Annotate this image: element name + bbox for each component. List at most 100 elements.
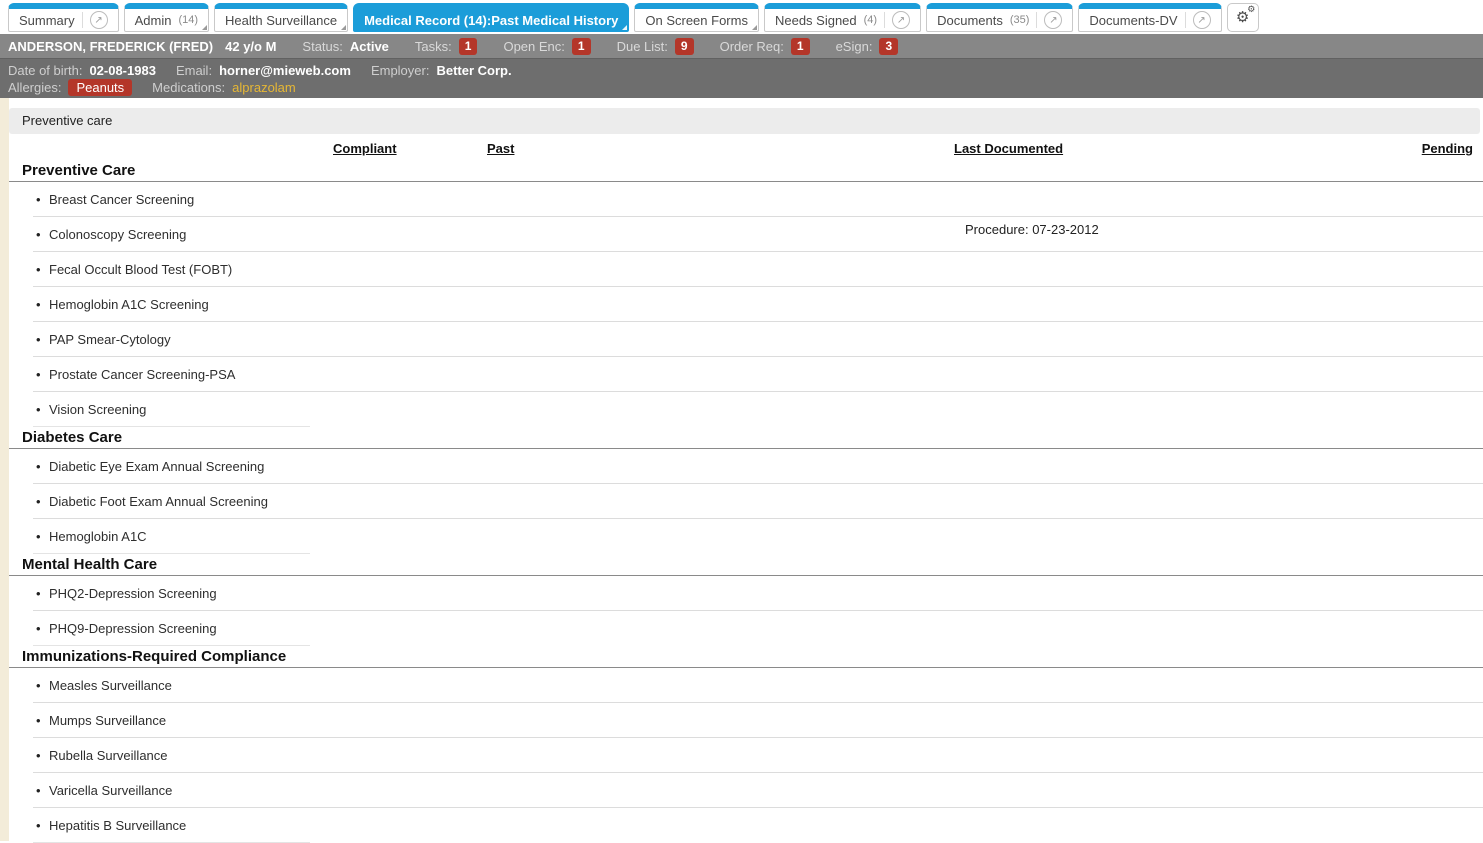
tab-label: On Screen Forms (645, 12, 748, 28)
tab-icon-separator (1036, 12, 1038, 28)
counter-badge[interactable]: 1 (790, 37, 810, 55)
patient-summary-bar: ANDERSON, FREDERICK (FRED) 42 y/o M Stat… (0, 34, 1483, 58)
tab-health-surveillance[interactable]: Health Surveillance (214, 3, 349, 32)
care-item-row[interactable]: • Hemoglobin A1C (9, 519, 1483, 554)
tab-label: Documents (937, 12, 1003, 28)
bullet-icon: • (36, 783, 41, 798)
medications-value[interactable]: alprazolam (232, 80, 296, 95)
last-documented-value: Procedure: 07-23-2012 (965, 222, 1099, 237)
bullet-icon: • (36, 459, 41, 474)
medications-label: Medications: (152, 80, 226, 95)
date-of-birth: Date of birth: 02-08-1983 (8, 63, 156, 78)
bullet-icon: • (36, 621, 41, 636)
care-item-label: PHQ9-Depression Screening (49, 621, 217, 636)
care-item-label: Hepatitis B Surveillance (49, 818, 187, 833)
care-section-header: Diabetes Care (9, 427, 1483, 449)
bullet-icon: • (36, 529, 41, 544)
care-item-row[interactable]: • Vision Screening (9, 392, 1483, 427)
employer-label: Employer: (370, 63, 430, 78)
main-content: Preventive care Compliant Past Last Docu… (0, 98, 1483, 843)
care-item-row[interactable]: • Prostate Cancer Screening-PSA (9, 357, 1483, 392)
care-item-row[interactable]: • Colonoscopy Screening Procedure: 07-23-2… (9, 217, 1483, 252)
care-item-row[interactable]: • Diabetic Eye Exam Annual Screening (9, 449, 1483, 484)
tab-icon-separator (884, 12, 886, 28)
tab-documents-dv[interactable]: Documents-DV ↗ (1078, 3, 1222, 32)
care-section-header: Immunizations-Required Compliance (9, 646, 1483, 668)
panel-title: Preventive care (9, 108, 1480, 134)
tab-icon-separator (81, 12, 83, 28)
care-section-name: Immunizations-Required Compliance (22, 648, 287, 665)
bullet-icon: • (36, 192, 41, 207)
patient-allergies: Allergies: Peanuts (8, 79, 133, 96)
counter-badge[interactable]: 9 (674, 37, 694, 55)
counter-label: Due List: (616, 38, 668, 54)
care-item-label: Hemoglobin A1C Screening (49, 297, 209, 312)
patient-status: Status: Active (302, 39, 389, 54)
care-section-name: Preventive Care (22, 162, 136, 179)
care-item-row[interactable]: • Breast Cancer Screening (9, 182, 1483, 217)
care-item-label: Breast Cancer Screening (49, 192, 195, 207)
gears-icon: ⚙ ⚙ (1235, 4, 1256, 26)
circle-arrow-icon[interactable]: ↗ (1044, 11, 1063, 29)
counter-badge[interactable]: 1 (458, 37, 478, 55)
care-item-row[interactable]: • Hemoglobin A1C Screening (9, 287, 1483, 322)
care-item-row[interactable]: • Rubella Surveillance (9, 738, 1483, 773)
care-item-label: Vision Screening (49, 402, 147, 417)
counter-label: Tasks: (414, 38, 452, 54)
care-item-row[interactable]: • Fecal Occult Blood Test (FOBT) (9, 252, 1483, 287)
tab-summary[interactable]: Summary ↗ (8, 3, 119, 32)
counter-label: Open Enc: (503, 38, 565, 54)
column-header-past[interactable]: Past (487, 141, 514, 156)
care-item-row[interactable]: • Diabetic Foot Exam Annual Screening (9, 484, 1483, 519)
patient-medications: Medications: alprazolam (152, 80, 296, 95)
allergy-badges: Peanuts (68, 79, 133, 96)
tab-medical-record-14-past-medical-history[interactable]: Medical Record (14):Past Medical History (353, 3, 630, 32)
counter-badge[interactable]: 3 (879, 37, 899, 55)
allergies-label: Allergies: (8, 80, 62, 95)
small-gear-icon: ⚙ (1247, 4, 1256, 14)
column-header-last-documented[interactable]: Last Documented (954, 141, 1063, 156)
care-item-label: Varicella Surveillance (49, 783, 173, 798)
email-value: horner@mieweb.com (219, 63, 351, 78)
tab-needs-signed[interactable]: Needs Signed (4) ↗ (763, 3, 922, 32)
counter-label: eSign: (835, 38, 873, 54)
care-section-name: Mental Health Care (22, 556, 158, 573)
tab-count: (4) (863, 14, 878, 26)
settings-button[interactable]: ⚙ ⚙ (1226, 3, 1259, 32)
dob-label: Date of birth: (8, 63, 83, 78)
status-label: Status: (302, 38, 343, 54)
care-item-row[interactable]: • Measles Surveillance (9, 668, 1483, 703)
tab-admin[interactable]: Admin (14) (123, 3, 210, 32)
care-item-label: Diabetic Foot Exam Annual Screening (49, 494, 268, 509)
care-item-row[interactable]: • PAP Smear-Cytology (9, 322, 1483, 357)
column-header-compliant[interactable]: Compliant (333, 141, 397, 156)
tab-label: Summary (19, 12, 75, 28)
care-item-row[interactable]: • PHQ2-Depression Screening (9, 576, 1483, 611)
care-item-row[interactable]: • PHQ9-Depression Screening (9, 611, 1483, 646)
bullet-icon: • (36, 494, 41, 509)
column-header-pending[interactable]: Pending (1422, 141, 1473, 156)
care-item-label: Fecal Occult Blood Test (FOBT) (49, 262, 233, 277)
tab-count: (35) (1009, 14, 1030, 26)
circle-arrow-icon[interactable]: ↗ (1192, 11, 1211, 29)
care-item-row[interactable]: • Mumps Surveillance (9, 703, 1483, 738)
bullet-icon: • (36, 748, 41, 763)
tab-label: Health Surveillance (225, 12, 338, 28)
care-item-row[interactable]: • Hepatitis B Surveillance (9, 808, 1483, 843)
counter-badge[interactable]: 1 (571, 37, 591, 55)
tab-label: Admin (134, 12, 172, 28)
info-line-clinical: Allergies: Peanuts Medications: alprazol… (8, 79, 1475, 96)
tab-on-screen-forms[interactable]: On Screen Forms (634, 3, 759, 32)
tab-icon-separator (1184, 12, 1186, 28)
circle-arrow-icon[interactable]: ↗ (89, 11, 108, 29)
allergy-badge[interactable]: Peanuts (68, 79, 133, 96)
tab-documents[interactable]: Documents (35) ↗ (926, 3, 1074, 32)
bullet-icon: • (36, 332, 41, 347)
chart-tab-bar: Summary ↗ Admin (14) Health Surveillance Medi… (0, 0, 1483, 34)
bullet-icon: • (36, 818, 41, 833)
care-item-label: Measles Surveillance (49, 678, 172, 693)
circle-arrow-icon[interactable]: ↗ (892, 11, 911, 29)
counter-esign: eSign: 3 (835, 37, 899, 55)
care-item-row[interactable]: • Varicella Surveillance (9, 773, 1483, 808)
care-item-label: Colonoscopy Screening (49, 227, 187, 242)
